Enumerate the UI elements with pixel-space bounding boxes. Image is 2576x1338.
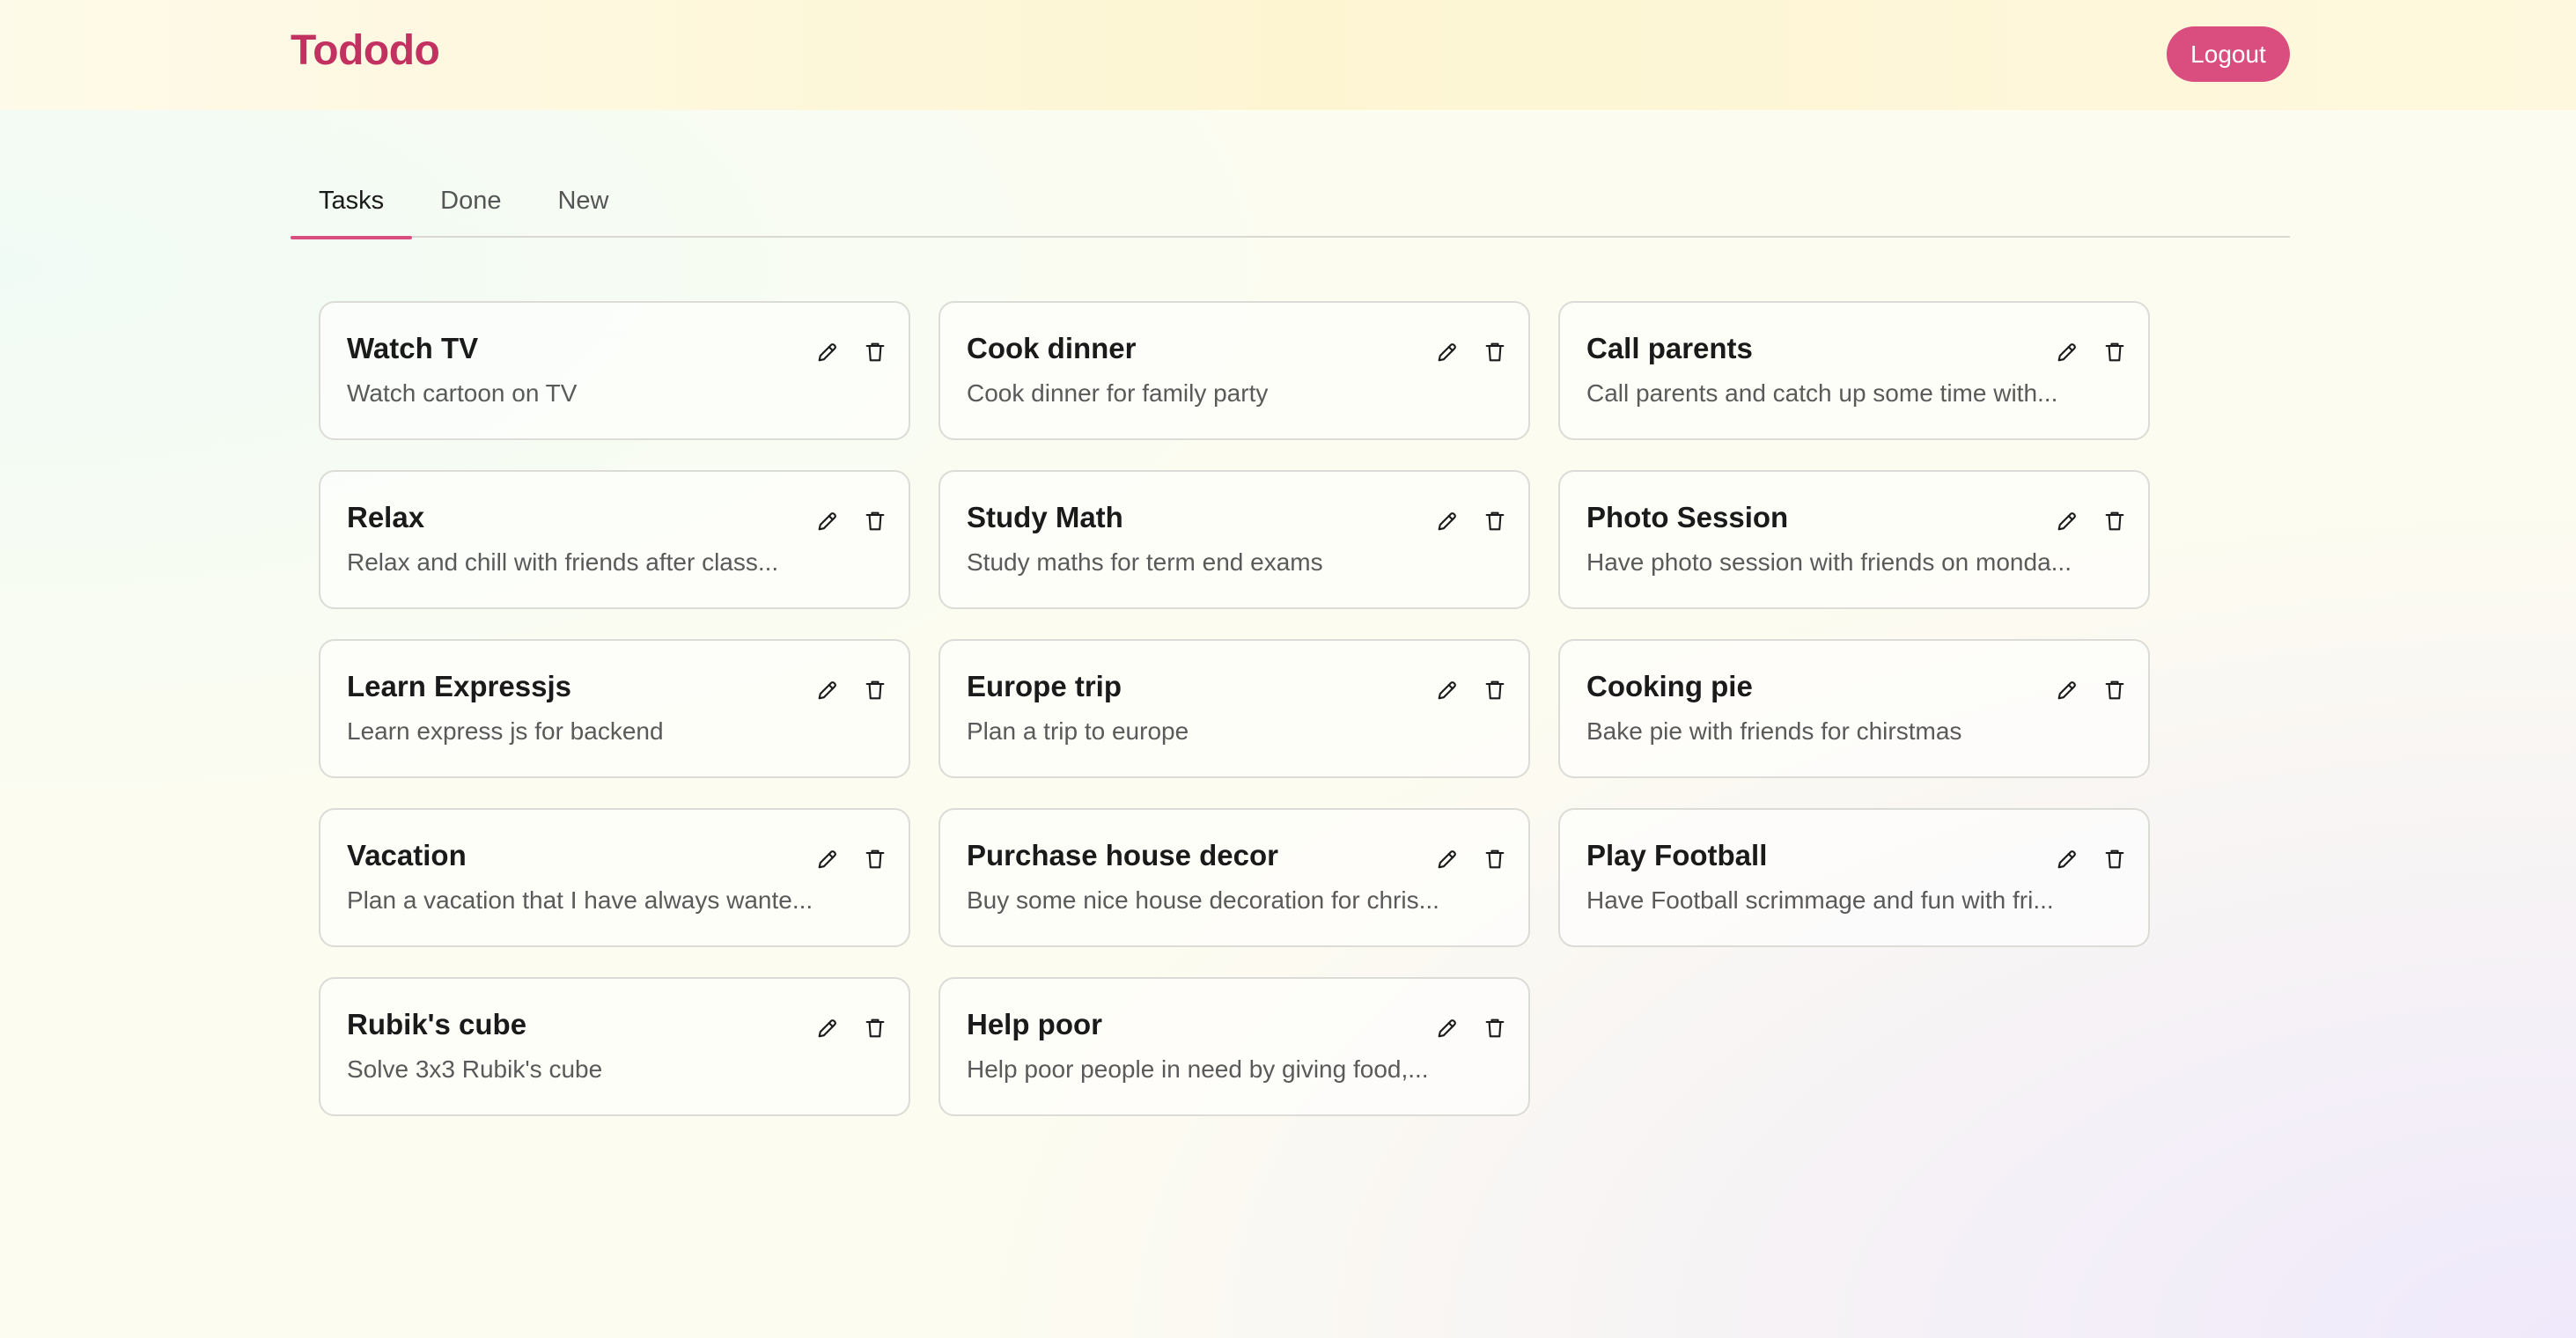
task-title: Play Football xyxy=(1586,839,1768,871)
trash-icon[interactable] xyxy=(861,845,889,873)
task-card[interactable]: Purchase house decor Buy some nice house … xyxy=(938,808,1530,947)
trash-icon[interactable] xyxy=(1481,845,1509,873)
task-card[interactable]: Relax Relax and chill with friends after … xyxy=(319,470,910,609)
trash-icon[interactable] xyxy=(1481,507,1509,535)
pencil-icon[interactable] xyxy=(813,845,842,873)
task-description: Plan a trip to europe xyxy=(967,717,1189,745)
tab-new[interactable]: New xyxy=(529,172,637,238)
task-actions xyxy=(813,1014,889,1042)
task-description: Learn express js for backend xyxy=(347,717,664,745)
task-title: Help poor xyxy=(967,1008,1102,1040)
task-actions xyxy=(1433,338,1509,366)
pencil-icon[interactable] xyxy=(813,1014,842,1042)
task-title: Rubik's cube xyxy=(347,1008,527,1040)
task-card[interactable]: Cooking pie Bake pie with friends for chi… xyxy=(1558,639,2150,778)
trash-icon[interactable] xyxy=(861,338,889,366)
pencil-icon[interactable] xyxy=(1433,507,1461,535)
pencil-icon[interactable] xyxy=(813,676,842,704)
tab-bar: Tasks Done New xyxy=(291,172,2290,239)
task-grid: Watch TV Watch cartoon on TV Cook dinner Co… xyxy=(319,301,2150,1116)
trash-icon[interactable] xyxy=(2101,676,2129,704)
pencil-icon[interactable] xyxy=(813,338,842,366)
task-actions xyxy=(2053,845,2129,873)
task-actions xyxy=(1433,676,1509,704)
trash-icon[interactable] xyxy=(861,1014,889,1042)
pencil-icon[interactable] xyxy=(1433,676,1461,704)
task-description: Have photo session with friends on monda… xyxy=(1586,548,2072,576)
task-actions xyxy=(813,845,889,873)
task-card[interactable]: Vacation Plan a vacation that I have alwa… xyxy=(319,808,910,947)
task-title: Watch TV xyxy=(347,332,479,364)
task-description: Bake pie with friends for chirstmas xyxy=(1586,717,1962,745)
trash-icon[interactable] xyxy=(1481,1014,1509,1042)
task-actions xyxy=(1433,845,1509,873)
task-description: Solve 3x3 Rubik's cube xyxy=(347,1055,603,1083)
app-header: Tododo Logout xyxy=(0,0,2576,110)
trash-icon[interactable] xyxy=(2101,338,2129,366)
task-card[interactable]: Rubik's cube Solve 3x3 Rubik's cube xyxy=(319,977,910,1116)
task-card[interactable]: Play Football Have Football scrimmage and… xyxy=(1558,808,2150,947)
tab-tasks[interactable]: Tasks xyxy=(291,172,413,239)
task-description: Study maths for term end exams xyxy=(967,548,1323,576)
task-actions xyxy=(813,507,889,535)
task-title: Study Math xyxy=(967,501,1123,533)
pencil-icon[interactable] xyxy=(1433,1014,1461,1042)
pencil-icon[interactable] xyxy=(2053,845,2081,873)
task-description: Have Football scrimmage and fun with fri… xyxy=(1586,886,2054,914)
task-card[interactable]: Help poor Help poor people in need by giv… xyxy=(938,977,1530,1116)
task-title: Europe trip xyxy=(967,670,1122,702)
tab-done[interactable]: Done xyxy=(412,172,529,238)
task-actions xyxy=(813,338,889,366)
trash-icon[interactable] xyxy=(861,507,889,535)
task-description: Call parents and catch up some time with… xyxy=(1586,379,2058,407)
task-actions xyxy=(813,676,889,704)
task-description: Cook dinner for family party xyxy=(967,379,1269,407)
task-actions xyxy=(1433,1014,1509,1042)
task-title: Vacation xyxy=(347,839,467,871)
pencil-icon[interactable] xyxy=(1433,338,1461,366)
task-card[interactable]: Learn Expressjs Learn express js for back… xyxy=(319,639,910,778)
logout-button[interactable]: Logout xyxy=(2167,26,2290,82)
task-title: Cook dinner xyxy=(967,332,1137,364)
task-title: Purchase house decor xyxy=(967,839,1278,871)
task-actions xyxy=(2053,676,2129,704)
task-description: Help poor people in need by giving food,… xyxy=(967,1055,1429,1083)
task-card[interactable]: Call parents Call parents and catch up so… xyxy=(1558,301,2150,440)
task-description: Watch cartoon on TV xyxy=(347,379,578,407)
task-title: Learn Expressjs xyxy=(347,670,571,702)
trash-icon[interactable] xyxy=(1481,676,1509,704)
task-card[interactable]: Watch TV Watch cartoon on TV xyxy=(319,301,910,440)
pencil-icon[interactable] xyxy=(2053,338,2081,366)
pencil-icon[interactable] xyxy=(1433,845,1461,873)
trash-icon[interactable] xyxy=(2101,507,2129,535)
task-title: Relax xyxy=(347,501,425,533)
trash-icon[interactable] xyxy=(2101,845,2129,873)
task-description: Plan a vacation that I have always wante… xyxy=(347,886,813,914)
task-actions xyxy=(2053,338,2129,366)
task-card[interactable]: Cook dinner Cook dinner for family party xyxy=(938,301,1530,440)
pencil-icon[interactable] xyxy=(2053,676,2081,704)
pencil-icon[interactable] xyxy=(2053,507,2081,535)
task-title: Cooking pie xyxy=(1586,670,1753,702)
task-description: Buy some nice house decoration for chris… xyxy=(967,886,1439,914)
task-card[interactable]: Europe trip Plan a trip to europe xyxy=(938,639,1530,778)
trash-icon[interactable] xyxy=(861,676,889,704)
task-title: Photo Session xyxy=(1586,501,1789,533)
task-actions xyxy=(1433,507,1509,535)
task-actions xyxy=(2053,507,2129,535)
task-card[interactable]: Photo Session Have photo session with fri… xyxy=(1558,470,2150,609)
pencil-icon[interactable] xyxy=(813,507,842,535)
trash-icon[interactable] xyxy=(1481,338,1509,366)
task-description: Relax and chill with friends after class… xyxy=(347,548,779,576)
app-logo[interactable]: Tododo xyxy=(291,26,440,75)
task-card[interactable]: Study Math Study maths for term end exams xyxy=(938,470,1530,609)
task-title: Call parents xyxy=(1586,332,1753,364)
